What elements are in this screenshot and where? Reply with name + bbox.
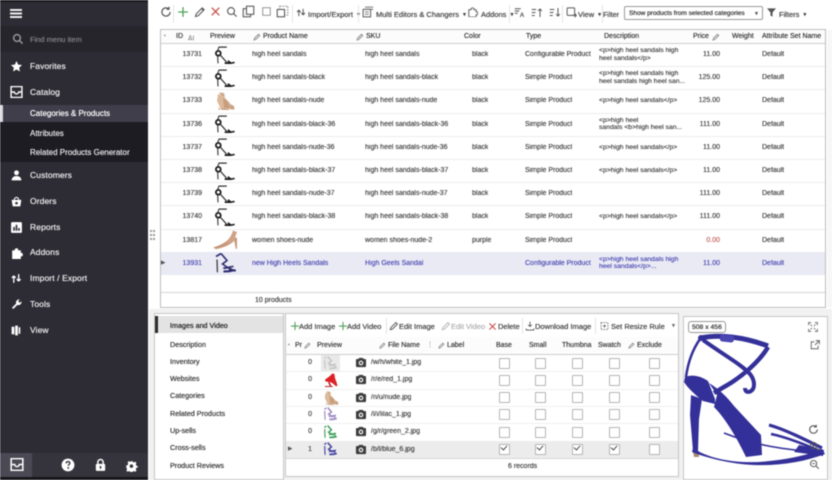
svg-text:A: A — [520, 13, 524, 18]
